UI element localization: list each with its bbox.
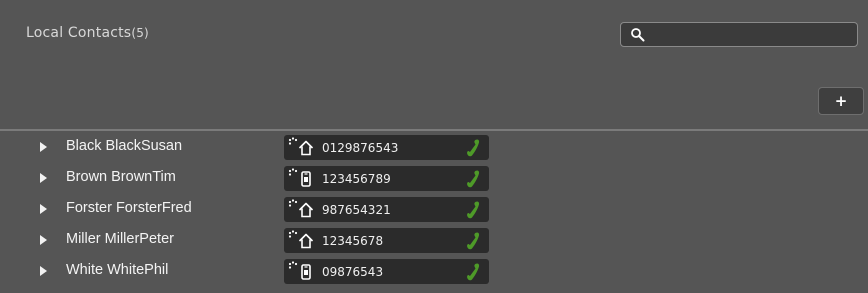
phone-number: 0129876543 bbox=[322, 141, 399, 155]
search-box[interactable] bbox=[620, 22, 858, 47]
contact-name: Forster ForsterFred bbox=[66, 200, 192, 216]
phone-number-field[interactable]: 0129876543 bbox=[284, 135, 489, 160]
home-icon bbox=[298, 140, 314, 156]
mobile-icon bbox=[301, 171, 311, 187]
expand-arrow-icon[interactable] bbox=[40, 142, 47, 152]
call-icon[interactable] bbox=[466, 200, 480, 220]
expand-arrow-icon[interactable] bbox=[40, 173, 47, 183]
contacts-panel: Local Contacts (5) + Black BlackSusan 0129… bbox=[0, 0, 868, 293]
divider bbox=[0, 129, 868, 131]
contact-row[interactable]: Black BlackSusan 0129876543 bbox=[0, 134, 868, 165]
contact-count: (5) bbox=[131, 26, 149, 40]
call-icon[interactable] bbox=[466, 231, 480, 251]
phone-number-field[interactable]: 09876543 bbox=[284, 259, 489, 284]
contact-name: Brown BrownTim bbox=[66, 169, 176, 185]
contact-row[interactable]: Forster ForsterFred 987654321 bbox=[0, 196, 868, 227]
page-title: Local Contacts (5) bbox=[26, 25, 149, 41]
dots-icon bbox=[288, 137, 298, 145]
search-icon[interactable] bbox=[630, 27, 646, 43]
search-input[interactable] bbox=[651, 25, 855, 45]
header: Local Contacts (5) + bbox=[0, 0, 868, 128]
expand-arrow-icon[interactable] bbox=[40, 235, 47, 245]
contact-name: Miller MillerPeter bbox=[66, 231, 174, 247]
dots-icon bbox=[288, 230, 298, 238]
title-label: Local Contacts bbox=[26, 25, 132, 41]
phone-number: 123456789 bbox=[322, 172, 391, 186]
contact-row[interactable]: Brown BrownTim 123456789 bbox=[0, 165, 868, 196]
contact-list: Black BlackSusan 0129876543 Brown BrownTim… bbox=[0, 134, 868, 289]
dots-icon bbox=[288, 199, 298, 207]
expand-arrow-icon[interactable] bbox=[40, 266, 47, 276]
contact-name: White WhitePhil bbox=[66, 262, 169, 278]
home-icon bbox=[298, 233, 314, 249]
contact-name: Black BlackSusan bbox=[66, 138, 183, 154]
phone-number-field[interactable]: 123456789 bbox=[284, 166, 489, 191]
mobile-icon bbox=[301, 264, 311, 280]
contact-row[interactable]: White WhitePhil 09876543 bbox=[0, 258, 868, 289]
call-icon[interactable] bbox=[466, 169, 480, 189]
home-icon bbox=[298, 202, 314, 218]
add-contact-button[interactable]: + bbox=[818, 87, 864, 115]
call-icon[interactable] bbox=[466, 262, 480, 282]
phone-number: 09876543 bbox=[322, 265, 384, 279]
contact-row[interactable]: Miller MillerPeter 12345678 bbox=[0, 227, 868, 258]
dots-icon bbox=[288, 168, 298, 176]
phone-number-field[interactable]: 987654321 bbox=[284, 197, 489, 222]
expand-arrow-icon[interactable] bbox=[40, 204, 47, 214]
dots-icon bbox=[288, 261, 298, 269]
phone-number: 12345678 bbox=[322, 234, 384, 248]
call-icon[interactable] bbox=[466, 138, 480, 158]
phone-number: 987654321 bbox=[322, 203, 391, 217]
phone-number-field[interactable]: 12345678 bbox=[284, 228, 489, 253]
